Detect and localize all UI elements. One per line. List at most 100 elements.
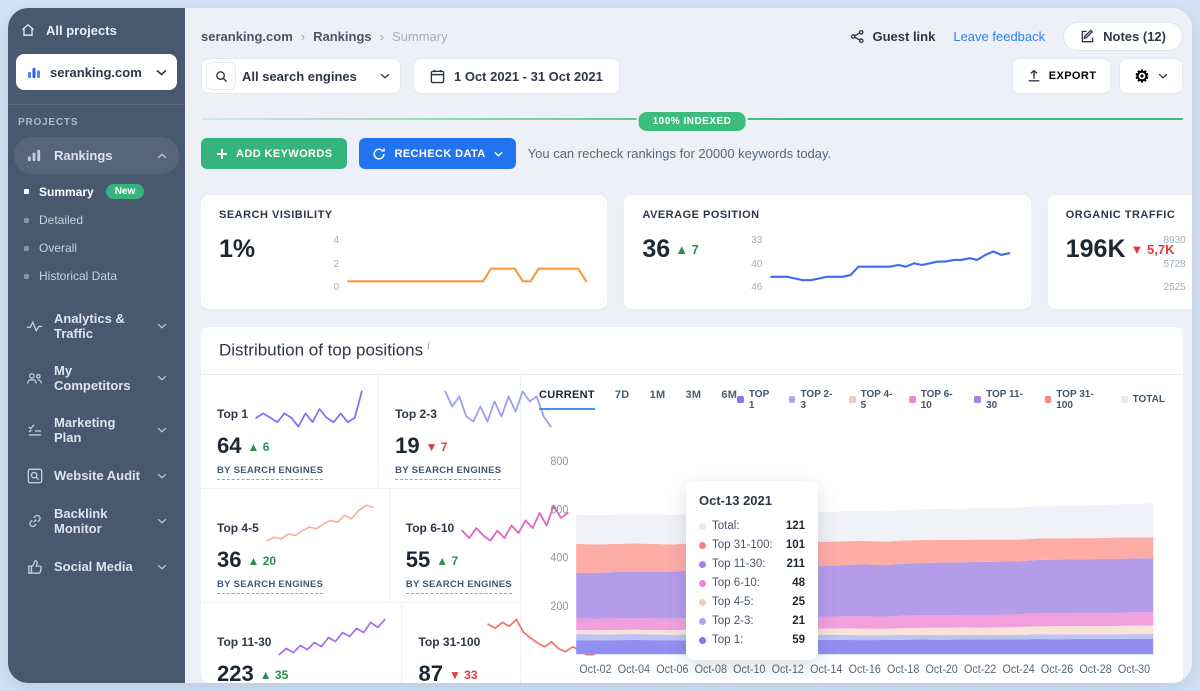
guest-link-button[interactable]: Guest link (850, 29, 935, 44)
organic-traffic-card: ORGANIC TRAFFIC 196K ▼ 5,7K 893057282525 (1048, 195, 1192, 309)
tab-3m[interactable]: 3M (685, 389, 701, 410)
top-11-30-card[interactable]: Top 11-30 223▲ 35 BY SEARCH ENGINES (201, 603, 402, 683)
sidebar-item-social-media[interactable]: Social Media (14, 548, 179, 585)
sidebar-item-backlink-monitor[interactable]: Backlink Monitor (14, 496, 179, 546)
checklist-icon (26, 422, 43, 439)
legend-top-1[interactable]: TOP 1 (737, 389, 776, 411)
submenu-label: Detailed (39, 213, 83, 227)
tab-1m[interactable]: 1M (650, 389, 666, 410)
tooltip-row: Top 2-3:21 (699, 612, 805, 631)
project-selector[interactable]: seranking.com (16, 54, 177, 90)
chevron-down-icon (157, 564, 167, 570)
svg-text:Oct-22: Oct-22 (964, 663, 996, 675)
sidebar-item-label: My Competitors (54, 363, 146, 393)
add-keywords-button[interactable]: ADD KEYWORDS (201, 138, 347, 169)
legend-top-11-30[interactable]: TOP 11-30 (974, 389, 1031, 411)
card-title: ORGANIC TRAFFIC (1066, 209, 1192, 221)
sidebar-item-marketing-plan[interactable]: Marketing Plan (14, 405, 179, 455)
date-range-value: 1 Oct 2021 - 31 Oct 2021 (454, 69, 603, 84)
app-window: All projects seranking.com PROJECTS Rank… (8, 8, 1192, 683)
chart-range-tabs: CURRENT 7D 1M 3M 6M (539, 389, 737, 410)
leave-feedback-link[interactable]: Leave feedback (953, 29, 1045, 44)
by-search-engines-link[interactable]: BY SEARCH ENGINES (406, 579, 512, 594)
all-projects-link[interactable]: All projects (8, 8, 185, 48)
people-icon (26, 370, 43, 387)
submenu-label: Overall (39, 241, 77, 255)
mini-card-label: Top 31-100 (418, 635, 480, 659)
guest-link-label: Guest link (872, 29, 935, 44)
tab-7d[interactable]: 7D (615, 389, 630, 410)
all-projects-label: All projects (46, 23, 117, 38)
rankings-submenu: Summary New Detailed Overall Historical … (8, 175, 185, 300)
submenu-item-detailed[interactable]: Detailed (8, 206, 185, 234)
tooltip-row: Top 1:59 (699, 631, 805, 650)
date-range-picker[interactable]: 1 Oct 2021 - 31 Oct 2021 (413, 58, 620, 94)
mini-card-label: Top 4-5 (217, 521, 259, 545)
tab-6m[interactable]: 6M (721, 389, 737, 410)
legend-top-4-5[interactable]: TOP 4-5 (849, 389, 896, 411)
svg-text:Oct-30: Oct-30 (1118, 663, 1150, 675)
settings-button[interactable]: ⚙ (1119, 58, 1183, 94)
submenu-item-summary[interactable]: Summary New (8, 177, 185, 206)
distribution-panel: Distribution of top positionsi Top 1 64▲… (201, 327, 1183, 683)
chevron-down-icon (380, 73, 390, 79)
search-visibility-value: 1% (219, 235, 255, 264)
legend-top-2-3[interactable]: TOP 2-3 (789, 389, 836, 411)
card-title: SEARCH VISIBILITY (219, 209, 589, 221)
export-button[interactable]: EXPORT (1012, 58, 1112, 94)
tooltip-row: Top 4-5:25 (699, 593, 805, 612)
by-search-engines-link[interactable]: BY SEARCH ENGINES (217, 579, 323, 594)
indexed-badge: 100% INDEXED (637, 110, 748, 133)
sidebar-item-website-audit[interactable]: Website Audit (14, 457, 179, 494)
stacked-area-chart[interactable]: 800600400200Oct-02Oct-04Oct-06Oct-08Oct-… (539, 421, 1165, 677)
controls-row: All search engines 1 Oct 2021 - 31 Oct 2… (201, 58, 1183, 94)
sidebar-item-label: Social Media (54, 559, 133, 574)
project-chart-icon (26, 64, 42, 80)
projects-section-label: PROJECTS (8, 115, 185, 136)
bullet-icon (24, 274, 29, 279)
info-icon[interactable]: i (427, 340, 429, 352)
submenu-item-overall[interactable]: Overall (8, 234, 185, 262)
legend-top-6-10[interactable]: TOP 6-10 (909, 389, 961, 411)
recheck-data-button[interactable]: RECHECK DATA (359, 138, 515, 169)
mini-card-label: Top 6-10 (406, 521, 454, 545)
note-edit-icon (1080, 29, 1095, 44)
sidebar-item-analytics-traffic[interactable]: Analytics & Traffic (14, 301, 179, 351)
top-1-card[interactable]: Top 1 64▲ 6 BY SEARCH ENGINES (201, 375, 379, 488)
breadcrumb-project[interactable]: seranking.com (201, 29, 293, 44)
top-11-30-sparkline (277, 615, 387, 659)
submenu-item-historical-data[interactable]: Historical Data (8, 262, 185, 290)
svg-text:Oct-16: Oct-16 (849, 663, 881, 675)
svg-text:800: 800 (550, 455, 568, 467)
search-engines-select[interactable]: All search engines (201, 58, 401, 94)
tab-current[interactable]: CURRENT (539, 389, 595, 410)
search-engines-value: All search engines (242, 69, 357, 84)
mini-card-delta: ▲ 7 (436, 552, 458, 568)
svg-text:Oct-18: Oct-18 (887, 663, 919, 675)
index-progress: 100% INDEXED (201, 110, 1183, 128)
legend-top-31-100[interactable]: TOP 31-100 (1045, 389, 1108, 411)
sidebar-item-my-competitors[interactable]: My Competitors (14, 353, 179, 403)
by-search-engines-link[interactable]: BY SEARCH ENGINES (217, 465, 323, 480)
chevron-up-icon (157, 153, 167, 159)
top-4-5-card[interactable]: Top 4-5 36▲ 20 BY SEARCH ENGINES (201, 489, 390, 602)
notes-button[interactable]: Notes (12) (1063, 22, 1183, 51)
svg-text:Oct-04: Oct-04 (618, 663, 650, 675)
by-search-engines-link[interactable]: BY SEARCH ENGINES (395, 465, 501, 480)
recheck-note: You can recheck rankings for 20000 keywo… (528, 146, 832, 161)
breadcrumb-summary: Summary (392, 29, 448, 44)
mini-card-delta: ▲ 35 (260, 666, 289, 682)
mini-card-label: Top 1 (217, 407, 248, 431)
stacked-area-svg: 800600400200Oct-02Oct-04Oct-06Oct-08Oct-… (539, 421, 1165, 677)
mini-card-label: Top 11-30 (217, 635, 271, 659)
tooltip-row: Top 6-10:48 (699, 574, 805, 593)
export-icon (1027, 69, 1041, 83)
svg-text:Oct-08: Oct-08 (695, 663, 727, 675)
pulse-icon (26, 318, 43, 335)
sidebar-item-rankings[interactable]: Rankings (14, 137, 179, 174)
top-1-sparkline (254, 387, 364, 431)
legend-total[interactable]: TOTAL (1121, 394, 1165, 405)
card-title: AVERAGE POSITION (642, 209, 1012, 221)
breadcrumb-rankings[interactable]: Rankings (313, 29, 372, 44)
mini-card-delta: ▼ 33 (449, 666, 478, 682)
